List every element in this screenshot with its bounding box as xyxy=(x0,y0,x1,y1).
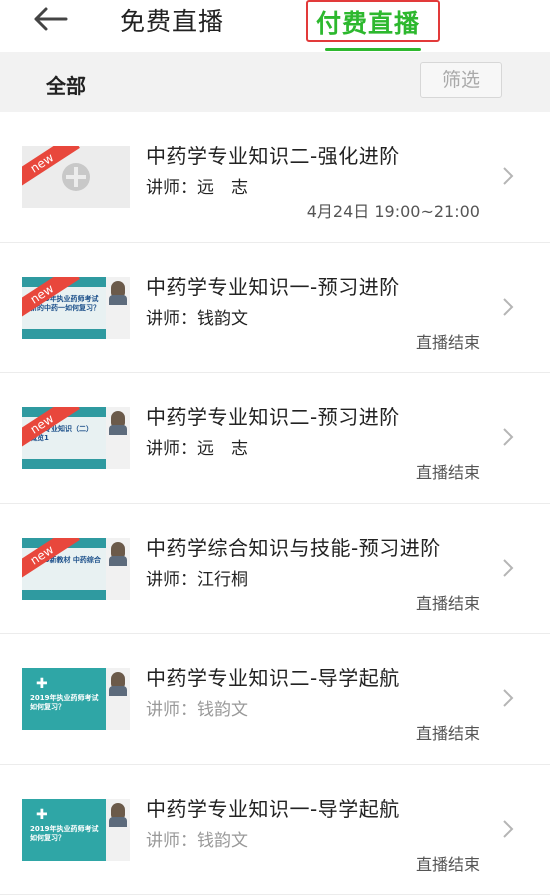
chevron-right-icon xyxy=(500,557,516,579)
course-title: 中药学综合知识与技能-预习进阶 xyxy=(146,532,441,561)
course-title: 中药学专业知识一-预习进阶 xyxy=(146,271,400,300)
lecturer-video xyxy=(106,668,130,730)
lecturer-video xyxy=(106,799,130,861)
course-item[interactable]: 2020年执业药师考试 新的中药一如何复习？ new 中药学专业知识一-预习进阶… xyxy=(0,243,550,374)
tab-paid-live-label: 付费直播 xyxy=(316,4,420,40)
course-status: 直播结束 xyxy=(416,459,480,483)
course-item[interactable]: ✚ 2019年执业药师考试 如何复习？ 中药学专业知识一-导学起航 讲师：钱韵文… xyxy=(0,765,550,895)
slide-stripe xyxy=(22,459,106,469)
tab-paid-live[interactable]: 付费直播 xyxy=(306,0,440,42)
course-status: 4月24日 19:00~21:00 xyxy=(307,198,480,222)
course-title: 中药学专业知识二-强化进阶 xyxy=(146,140,400,169)
course-item[interactable]: ✚ 2019年执业药师考试 如何复习？ 中药学专业知识二-导学起航 讲师：钱韵文… xyxy=(0,634,550,765)
course-title: 中药学专业知识二-导学起航 xyxy=(146,662,400,691)
course-thumbnail: 2020新教材 中药综合 new xyxy=(22,538,130,600)
slide-stripe xyxy=(22,590,106,600)
course-status: 直播结束 xyxy=(416,851,480,875)
tab-free-live[interactable]: 免费直播 xyxy=(120,2,224,38)
course-thumbnail: 2020年执业药师考试 新的中药一如何复习？ new xyxy=(22,277,130,339)
course-status: 直播结束 xyxy=(416,720,480,744)
course-title: 中药学专业知识二-预习进阶 xyxy=(146,401,400,430)
back-arrow-icon[interactable] xyxy=(30,4,70,34)
slide-preview: ✚ 2019年执业药师考试 如何复习？ xyxy=(22,668,106,730)
filter-all[interactable]: 全部 xyxy=(46,70,86,99)
active-tab-indicator xyxy=(325,48,421,51)
chevron-right-icon xyxy=(500,818,516,840)
slide-stripe xyxy=(22,329,106,339)
chevron-right-icon xyxy=(500,165,516,187)
course-status: 直播结束 xyxy=(416,329,480,353)
slide-text: 2019年执业药师考试 如何复习？ xyxy=(30,694,102,712)
course-item[interactable]: new 中药学专业知识二-强化进阶 讲师：远 志 4月24日 19:00~21:… xyxy=(0,112,550,243)
course-list: new 中药学专业知识二-强化进阶 讲师：远 志 4月24日 19:00~21:… xyxy=(0,112,550,895)
course-teacher: 讲师：钱韵文 xyxy=(146,826,248,851)
course-thumbnail: ✚ 2019年执业药师考试 如何复习？ xyxy=(22,668,130,730)
top-nav-bar: 免费直播 付费直播 xyxy=(0,0,550,52)
chevron-right-icon xyxy=(500,296,516,318)
chevron-right-icon xyxy=(500,426,516,448)
course-teacher: 讲师：远 志 xyxy=(146,173,248,198)
slide-text: 2019年执业药师考试 如何复习？ xyxy=(30,825,102,843)
course-status: 直播结束 xyxy=(416,590,480,614)
filter-bar: 全部 筛选 xyxy=(0,52,550,112)
lecturer-video xyxy=(106,538,130,600)
medical-cross-icon: ✚ xyxy=(36,676,48,692)
course-item[interactable]: 2020新教材 中药综合 new 中药学综合知识与技能-预习进阶 讲师：江行桐 … xyxy=(0,504,550,635)
course-teacher: 讲师：远 志 xyxy=(146,434,248,459)
lecturer-video xyxy=(106,407,130,469)
course-thumbnail: 药学专业知识（二） 概览1 new xyxy=(22,407,130,469)
chevron-right-icon xyxy=(500,687,516,709)
course-item[interactable]: 药学专业知识（二） 概览1 new 中药学专业知识二-预习进阶 讲师：远 志 直… xyxy=(0,373,550,504)
lecturer-video xyxy=(106,277,130,339)
course-teacher: 讲师：钱韵文 xyxy=(146,304,248,329)
course-teacher: 讲师：江行桐 xyxy=(146,565,248,590)
medical-cross-icon: ✚ xyxy=(36,807,48,823)
course-thumbnail: new xyxy=(22,146,130,208)
filter-button[interactable]: 筛选 xyxy=(420,62,502,98)
course-thumbnail: ✚ 2019年执业药师考试 如何复习？ xyxy=(22,799,130,861)
course-teacher: 讲师：钱韵文 xyxy=(146,695,248,720)
placeholder-logo-icon xyxy=(62,163,90,191)
course-title: 中药学专业知识一-导学起航 xyxy=(146,793,400,822)
slide-preview: ✚ 2019年执业药师考试 如何复习？ xyxy=(22,799,106,861)
